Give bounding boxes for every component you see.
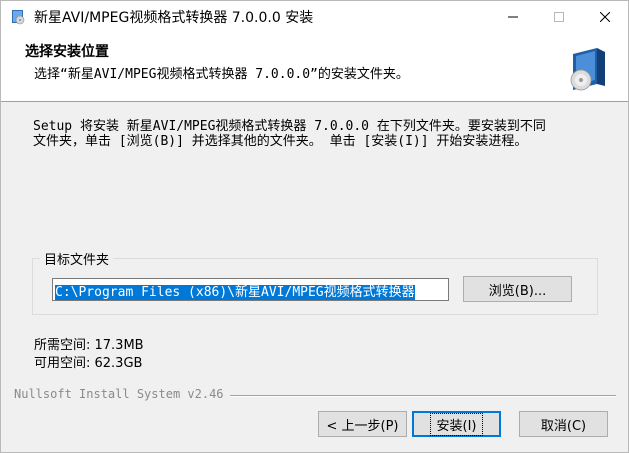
intro-text: Setup 将安装 新星AVI/MPEG视频格式转换器 7.0.0.0 在下列文…: [33, 119, 603, 149]
space-required: 所需空间: 17.3MB: [34, 338, 144, 353]
cancel-button[interactable]: 取消(C): [519, 411, 608, 437]
intro-line-2: 文件夹，单击 [浏览(B)] 并选择其他的文件夹。 单击 [安装(I)] 开始安…: [33, 134, 528, 149]
installer-icon: [10, 9, 26, 25]
page-title: 选择安装位置: [25, 44, 109, 60]
installer-window: 新星AVI/MPEG视频格式转换器 7.0.0.0 安装 选择安装位置 选择“新…: [0, 0, 629, 453]
disc-box-icon: [567, 46, 609, 92]
title-bar[interactable]: 新星AVI/MPEG视频格式转换器 7.0.0.0 安装: [1, 1, 628, 32]
close-icon[interactable]: [582, 1, 628, 32]
cancel-button-label: 取消(C): [540, 418, 587, 434]
page-subtitle: 选择“新星AVI/MPEG视频格式转换器 7.0.0.0”的安装文件夹。: [34, 67, 409, 82]
branding-text: Nullsoft Install System v2.46: [14, 387, 230, 401]
page-header: 选择安装位置 选择“新星AVI/MPEG视频格式转换器 7.0.0.0”的安装文…: [1, 32, 628, 102]
back-button[interactable]: < 上一步(P): [318, 411, 407, 437]
intro-line-1: Setup 将安装 新星AVI/MPEG视频格式转换器 7.0.0.0 在下列文…: [33, 119, 546, 134]
install-button[interactable]: 安装(I): [412, 411, 501, 437]
destination-group-label: 目标文件夹: [40, 249, 114, 268]
minimize-icon[interactable]: [490, 1, 536, 32]
install-button-label: 安装(I): [429, 412, 484, 436]
destination-path-text: C:\Program Files (x86)\新星AVI/MPEG视频格式转换器: [55, 285, 415, 300]
browse-button-label: 浏览(B)...: [488, 283, 547, 299]
maximize-icon[interactable]: [536, 1, 582, 32]
destination-path-input[interactable]: C:\Program Files (x86)\新星AVI/MPEG视频格式转换器: [52, 278, 449, 301]
space-available: 可用空间: 62.3GB: [34, 356, 143, 371]
window-title: 新星AVI/MPEG视频格式转换器 7.0.0.0 安装: [34, 10, 314, 26]
browse-button[interactable]: 浏览(B)...: [463, 276, 572, 302]
back-button-label: < 上一步(P): [326, 418, 399, 434]
